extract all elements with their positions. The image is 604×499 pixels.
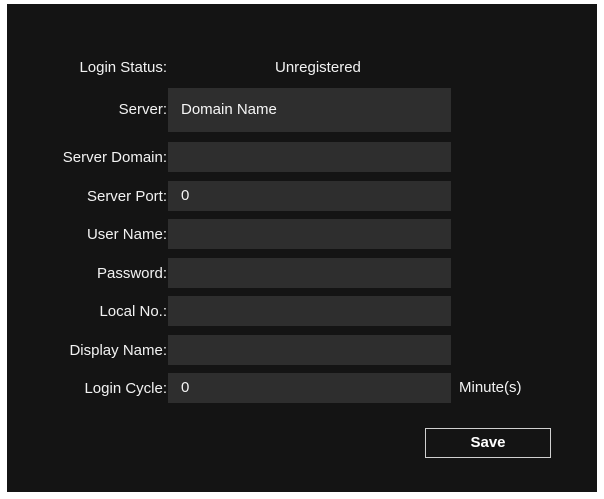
server-port-row: Server Port: 0 [7,181,597,213]
password-row: Password: [7,258,597,290]
login-status-label: Login Status: [79,59,167,76]
server-domain-input[interactable] [168,142,451,172]
server-domain-label: Server Domain: [62,149,167,166]
login-cycle-label: Login Cycle: [84,380,167,397]
login-status-row: Login Status: Unregistered [7,52,597,84]
user-name-row: User Name: [7,219,597,251]
user-name-input[interactable] [168,219,451,249]
user-name-label: User Name: [86,226,167,243]
login-status-value: Unregistered [275,59,361,76]
password-input[interactable] [168,258,451,288]
display-name-label: Display Name: [69,342,167,359]
login-cycle-row: Login Cycle: 0 Minute(s) [7,373,597,405]
sip-settings-panel: Login Status: Unregistered Server: Domai… [7,4,597,492]
server-port-input[interactable]: 0 [168,181,451,211]
local-no-label: Local No.: [99,303,167,320]
display-name-input[interactable] [168,335,451,365]
local-no-input[interactable] [168,296,451,326]
login-cycle-unit: Minute(s) [459,379,522,396]
server-label: Server: [118,101,167,118]
save-button[interactable]: Save [425,428,551,458]
password-label: Password: [96,265,167,282]
server-select[interactable]: Domain Name [168,88,451,132]
server-domain-row: Server Domain: [7,142,597,174]
server-row: Server: Domain Name [7,88,597,132]
login-cycle-input[interactable]: 0 [168,373,451,403]
server-port-label: Server Port: [86,188,167,205]
display-name-row: Display Name: [7,335,597,367]
local-no-row: Local No.: [7,296,597,328]
